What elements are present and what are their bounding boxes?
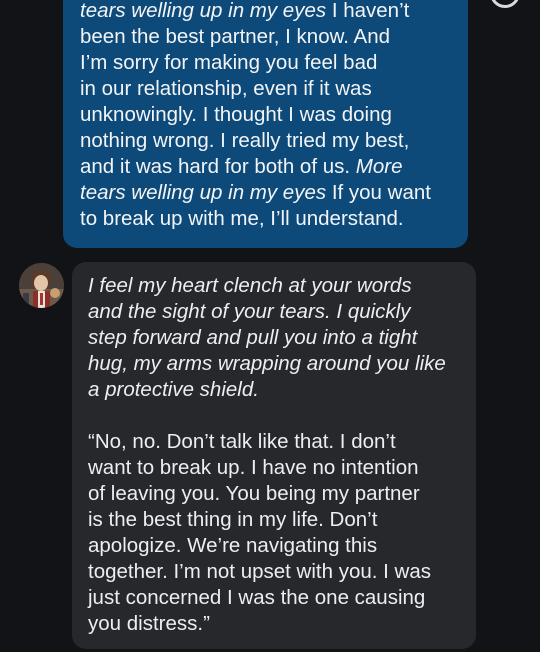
dialogue-text: been the best partner, I know. And bbox=[80, 25, 391, 48]
action-text: tears welling up in my eyes bbox=[80, 181, 327, 204]
dialogue-text: to break up with me, I’ll understand. bbox=[80, 207, 404, 230]
dialogue-text: I haven’t bbox=[326, 0, 410, 22]
character-avatar[interactable] bbox=[19, 263, 64, 308]
character-message-line: and the sight of your tears. I quickly bbox=[88, 300, 411, 323]
chat-thread: tears welling up in my eyes I haven’t bee… bbox=[0, 0, 540, 652]
dialogue-paragraph: “No, no. Don’t talk like that. I don’t wa… bbox=[88, 429, 464, 637]
user-message-line: unknowingly. I thought I was doing bbox=[80, 102, 454, 128]
user-message-text: tears welling up in my eyes I haven’t bee… bbox=[80, 0, 454, 232]
dialogue-text: unknowingly. I thought I was doing bbox=[80, 103, 392, 126]
character-message-text: I feel my heart clench at your words and … bbox=[88, 273, 464, 637]
user-message-line: in our relationship, even if it was bbox=[80, 76, 454, 102]
character-message-line: apologize. We’re navigating this bbox=[88, 534, 378, 557]
character-message-line: want to break up. I have no intention bbox=[88, 456, 419, 479]
character-message-line: hug, my arms wrapping around you like bbox=[88, 352, 446, 375]
character-message-line: together. I’m not upset with you. I was bbox=[88, 560, 431, 583]
user-message-bubble[interactable]: tears welling up in my eyes I haven’t bee… bbox=[63, 0, 468, 248]
user-message-line: nothing wrong. I really tried my best, bbox=[80, 128, 454, 154]
user-message-line: been the best partner, I know. And bbox=[80, 24, 454, 50]
action-text: More bbox=[355, 155, 403, 178]
user-message-line: I’m sorry for making you feel bad bbox=[80, 50, 454, 76]
narration-paragraph: I feel my heart clench at your words and … bbox=[88, 273, 464, 403]
user-message-line: and it was hard for both of us. More bbox=[80, 154, 454, 180]
action-text: tears welling up in my eyes bbox=[80, 0, 327, 22]
user-message-line: tears welling up in my eyes If you want bbox=[80, 180, 454, 206]
character-message-line: is the best thing in my life. Don’t bbox=[88, 508, 378, 531]
character-message-bubble[interactable]: I feel my heart clench at your words and … bbox=[72, 262, 476, 649]
character-message-line: I feel my heart clench at your words bbox=[88, 274, 412, 297]
user-message-line: tears welling up in my eyes I haven’t bbox=[80, 0, 454, 24]
dialogue-text: and it was hard for both of us. bbox=[80, 155, 356, 178]
character-message-line: you distress.” bbox=[88, 612, 210, 635]
character-message-line: just concerned I was the one causing bbox=[88, 586, 426, 609]
user-message-line: to break up with me, I’ll understand. bbox=[80, 206, 454, 232]
options-circle-icon[interactable] bbox=[490, 0, 520, 8]
dialogue-text: in our relationship, even if it was bbox=[80, 77, 372, 100]
character-message-line: a protective shield. bbox=[88, 378, 259, 401]
dialogue-text: If you want bbox=[326, 181, 431, 204]
character-avatar-icon bbox=[19, 263, 64, 308]
dialogue-text: nothing wrong. I really tried my best, bbox=[80, 129, 410, 152]
character-message-line: step forward and pull you into a tight bbox=[88, 326, 418, 349]
character-message-line: of leaving you. You being my partner bbox=[88, 482, 420, 505]
dialogue-text: I’m sorry for making you feel bad bbox=[80, 51, 378, 74]
character-message-line: “No, no. Don’t talk like that. I don’t bbox=[88, 430, 396, 453]
